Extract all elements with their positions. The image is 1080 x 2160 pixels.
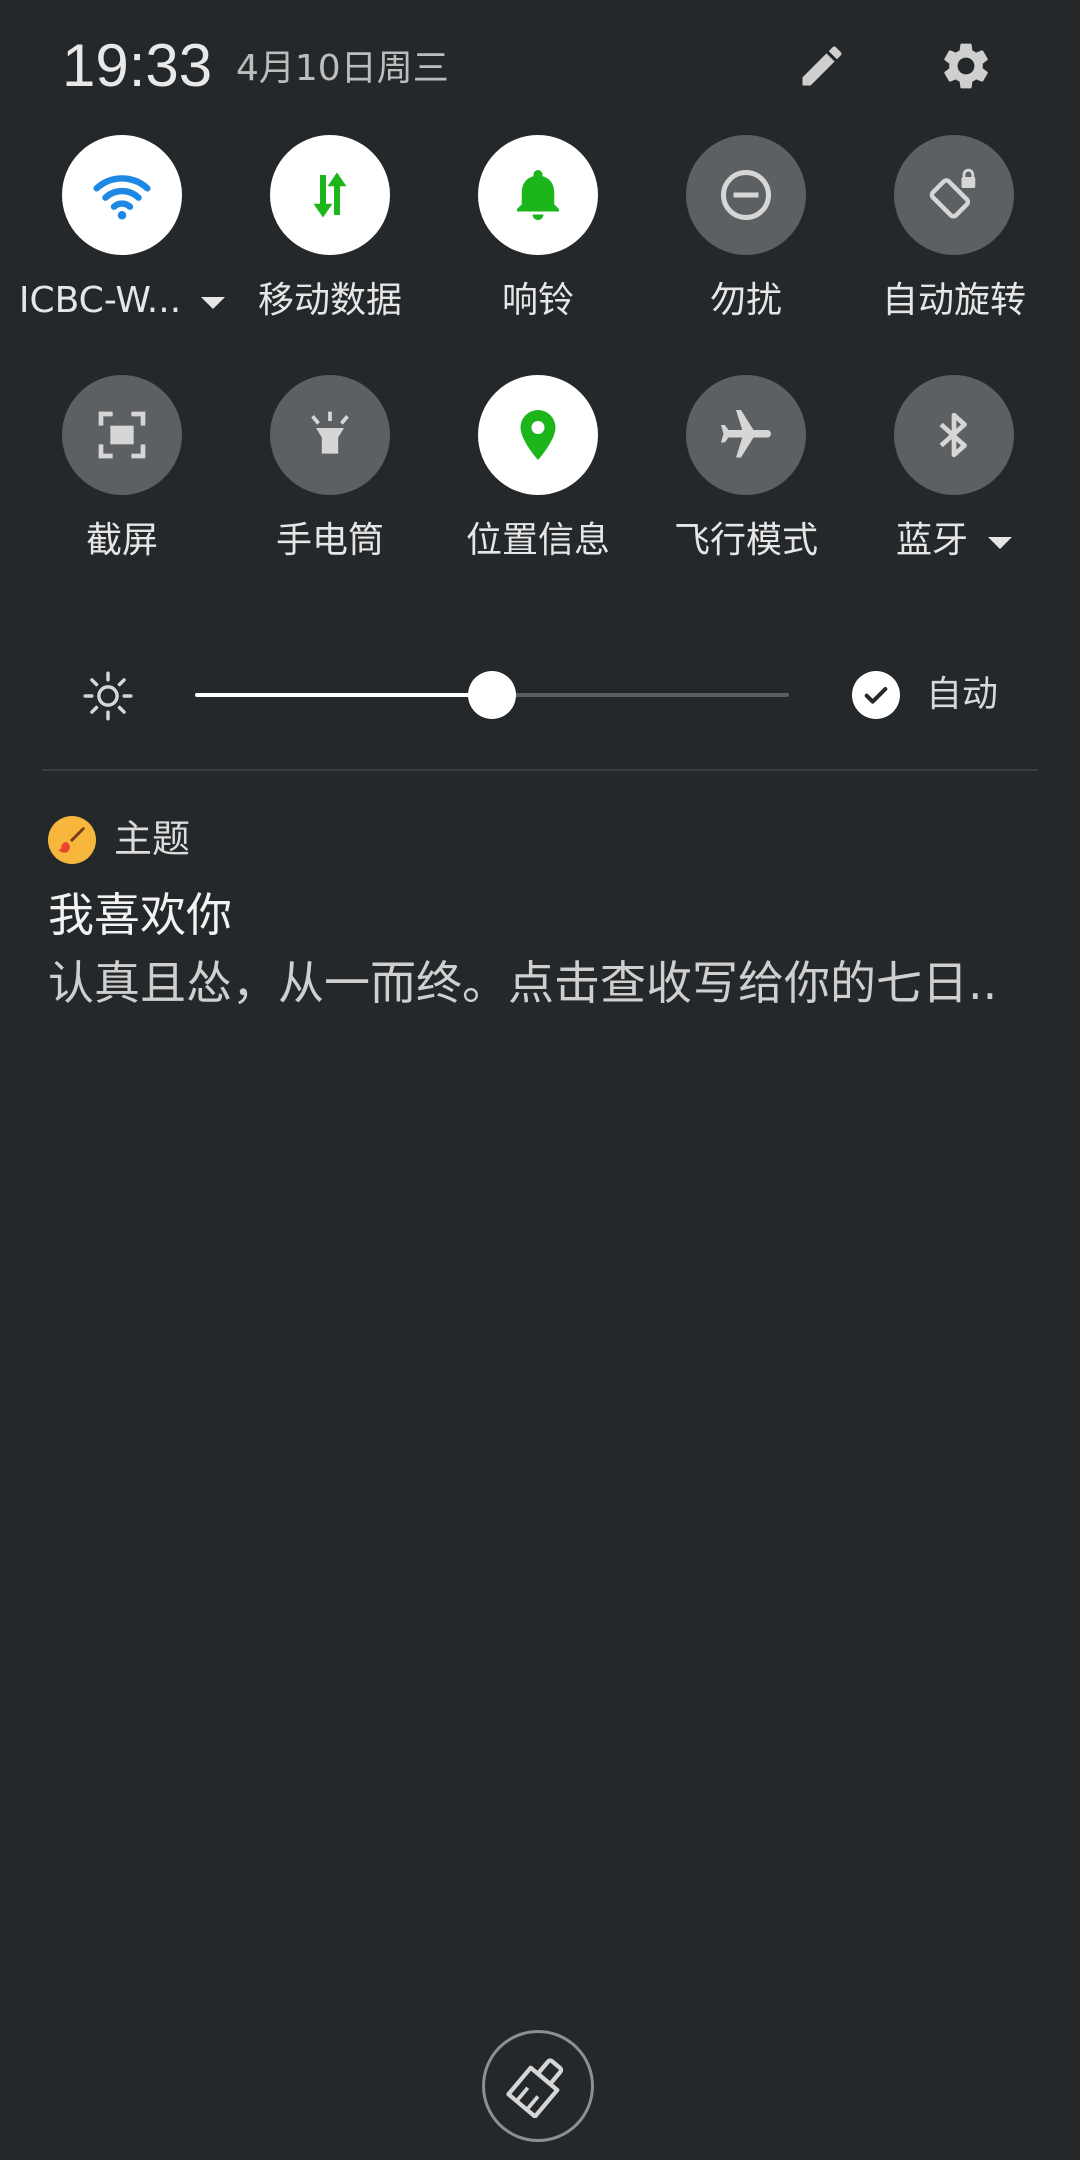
tile-bluetooth-toggle[interactable] [894, 375, 1014, 495]
notification-title: 我喜欢你 [48, 888, 232, 942]
notification-shade: 19:33 4月10日周三 ICBC-W... 移动数据 响铃 勿扰 自动旋转 … [0, 0, 1080, 2160]
chevron-down-icon[interactable] [201, 297, 226, 309]
tile-screenshot[interactable]: 截屏 [18, 375, 226, 565]
edit-button[interactable] [782, 26, 862, 106]
tile-screenshot-label: 截屏 [85, 520, 158, 561]
brightness-slider-fill [195, 693, 492, 697]
tile-ring-toggle[interactable] [478, 135, 598, 255]
flashlight-icon [311, 411, 349, 454]
tile-bluetooth-label[interactable]: 蓝牙 [850, 517, 1058, 565]
chevron-down-icon[interactable] [988, 537, 1012, 549]
tile-location[interactable]: 位置信息 [434, 375, 642, 565]
tile-screenshot-toggle[interactable] [62, 375, 182, 495]
tile-bluetooth-name: 蓝牙 [895, 520, 968, 561]
tile-dnd[interactable]: 勿扰 [642, 135, 850, 325]
tile-mobile-data[interactable]: 移动数据 [226, 135, 434, 325]
wifi-icon [93, 175, 151, 220]
clock-time[interactable]: 19:33 [62, 28, 212, 104]
tile-wifi-toggle[interactable] [62, 135, 182, 255]
location-pin-icon [520, 410, 556, 460]
tile-bluetooth[interactable]: 蓝牙 [850, 375, 1058, 565]
divider [42, 769, 1038, 771]
clear-all-button[interactable] [482, 2030, 594, 2142]
tile-wifi[interactable]: ICBC-W... [18, 135, 226, 325]
tile-ring[interactable]: 响铃 [434, 135, 642, 325]
tile-auto-rotate-toggle[interactable] [894, 135, 1014, 255]
airplane-icon [721, 410, 771, 458]
tile-wifi-label[interactable]: ICBC-W... [18, 277, 226, 325]
broom-icon [506, 2058, 564, 2118]
brightness-slider-thumb[interactable] [468, 671, 516, 719]
screenshot-icon [98, 411, 146, 459]
brightness-row: 自动 [0, 650, 1080, 740]
tile-auto-rotate[interactable]: 自动旋转 [850, 135, 1058, 325]
mobile-data-icon [313, 172, 347, 218]
shade-header: 19:33 4月10日周三 [0, 0, 1080, 130]
paintbrush-icon [48, 816, 96, 864]
tile-airplane[interactable]: 飞行模式 [642, 375, 850, 565]
tile-airplane-toggle[interactable] [686, 375, 806, 495]
tile-mobile-data-label: 移动数据 [257, 280, 402, 321]
tile-auto-rotate-label: 自动旋转 [881, 280, 1026, 321]
bluetooth-icon [939, 412, 967, 458]
bell-icon [517, 170, 559, 220]
tile-dnd-label: 勿扰 [709, 280, 782, 321]
tile-location-label: 位置信息 [465, 520, 610, 561]
tile-wifi-name: ICBC-W... [18, 280, 182, 321]
paintbrush-glyph [58, 827, 85, 853]
notification-card[interactable]: 主题 我喜欢你 认真且怂，从一而终。点击查收写给你的七日.. [0, 800, 1080, 1020]
auto-brightness-label[interactable]: 自动 [926, 670, 998, 720]
auto-brightness-checkbox[interactable] [852, 671, 900, 719]
notification-app-name: 主题 [114, 817, 191, 861]
checkmark-icon [864, 687, 888, 704]
tile-mobile-data-toggle[interactable] [270, 135, 390, 255]
tile-dnd-toggle[interactable] [686, 135, 806, 255]
settings-button[interactable] [926, 26, 1006, 106]
tile-flashlight[interactable]: 手电筒 [226, 375, 434, 565]
notification-body: 认真且怂，从一而终。点击查收写给你的七日.. [48, 956, 998, 1010]
pencil-icon [802, 46, 842, 86]
rotation-lock-icon [929, 168, 976, 219]
clock-date[interactable]: 4月10日周三 [236, 44, 449, 94]
tile-airplane-label: 飞行模式 [673, 520, 818, 561]
do-not-disturb-icon [721, 170, 771, 220]
gear-icon [944, 43, 988, 89]
tile-ring-label: 响铃 [501, 280, 574, 321]
tile-flashlight-toggle[interactable] [270, 375, 390, 495]
tile-flashlight-label: 手电筒 [275, 520, 384, 561]
brightness-icon [83, 671, 133, 721]
tile-location-toggle[interactable] [478, 375, 598, 495]
